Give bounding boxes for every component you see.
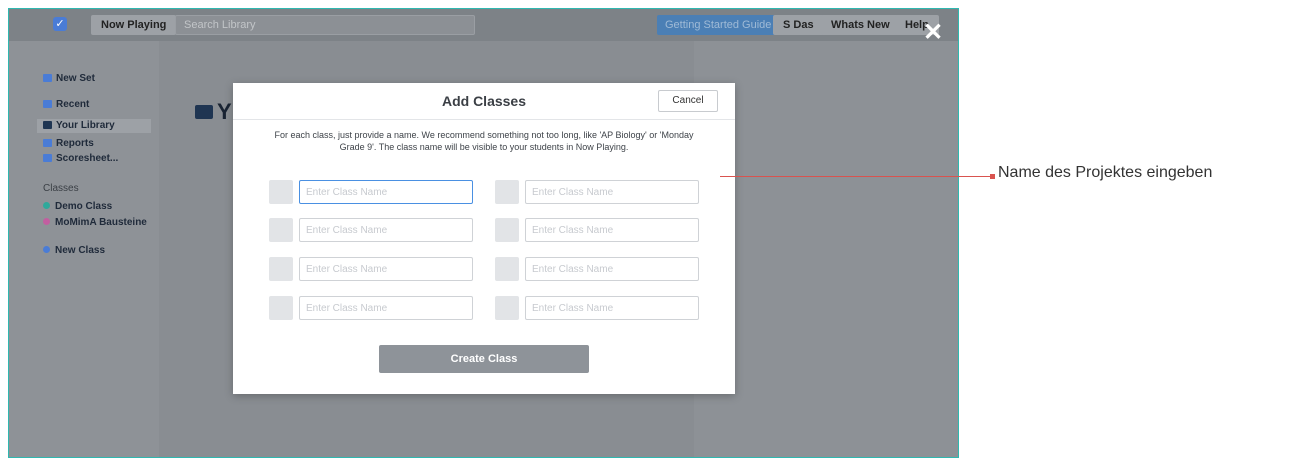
sidebar-item-class[interactable]: Demo Class: [43, 201, 112, 213]
annotation-label: Name des Projektes eingeben: [998, 164, 1213, 181]
class-name-input[interactable]: [525, 218, 699, 242]
folder-icon: [43, 121, 52, 129]
sidebar-item-label: Recent: [56, 99, 90, 110]
annotation-line: [720, 176, 992, 177]
sidebar-item-label: New Class: [55, 245, 106, 256]
class-name-input[interactable]: [525, 296, 699, 320]
class-color-picker[interactable]: [269, 296, 293, 320]
top-bar: ✓ Now Playing Search Library Getting Sta…: [9, 9, 958, 41]
class-color-picker[interactable]: [269, 180, 293, 204]
sidebar-item-label: New Set: [56, 73, 95, 84]
checkmark-icon[interactable]: ✓: [53, 17, 67, 31]
class-color-picker[interactable]: [495, 257, 519, 281]
class-name-input[interactable]: [299, 218, 473, 242]
getting-started-button[interactable]: Getting Started Guide: [657, 15, 780, 35]
grid-icon: [43, 154, 52, 162]
class-name-input[interactable]: [525, 257, 699, 281]
sidebar-item-new-class[interactable]: New Class: [43, 245, 105, 257]
sidebar-item-your-library[interactable]: Your Library: [43, 120, 115, 132]
add-icon: [43, 246, 50, 253]
annotation-marker: [990, 174, 995, 179]
class-color-icon: [43, 218, 50, 225]
add-classes-modal: Add Classes Cancel For each class, just …: [233, 83, 735, 394]
class-color-icon: [43, 202, 50, 209]
now-playing-button[interactable]: Now Playing: [91, 15, 177, 35]
class-color-picker[interactable]: [495, 180, 519, 204]
app-window: ✓ Now Playing Search Library Getting Sta…: [8, 8, 959, 458]
sidebar-item-class[interactable]: MoMimA Bausteine: [43, 217, 147, 229]
sidebar-item-label: Your Library: [56, 120, 115, 131]
class-name-input[interactable]: [299, 257, 473, 281]
sidebar: New Set Recent Your Library Reports Scor…: [9, 41, 159, 457]
class-name-input[interactable]: [299, 296, 473, 320]
class-name-input[interactable]: [299, 180, 473, 204]
classes-header: Classes: [43, 183, 79, 194]
modal-divider: [233, 119, 735, 120]
search-input[interactable]: Search Library: [175, 15, 475, 35]
sidebar-item-label: Scoresheet...: [56, 153, 119, 164]
user-menu-button[interactable]: S Das: [773, 15, 824, 35]
folder-icon: [195, 105, 213, 119]
edit-icon: [43, 74, 52, 82]
sidebar-item-scoresheet[interactable]: Scoresheet...: [43, 153, 118, 165]
sidebar-item-label: Reports: [56, 138, 94, 149]
class-color-picker[interactable]: [495, 218, 519, 242]
class-color-picker[interactable]: [269, 257, 293, 281]
sidebar-item-reports[interactable]: Reports: [43, 138, 94, 150]
sidebar-item-new-set[interactable]: New Set: [43, 73, 95, 85]
class-color-picker[interactable]: [269, 218, 293, 242]
sidebar-item-label: Demo Class: [55, 201, 113, 212]
page-title: Y: [217, 99, 232, 124]
modal-instructions: For each class, just provide a name. We …: [274, 130, 694, 152]
clock-icon: [43, 100, 52, 108]
class-name-input[interactable]: [525, 180, 699, 204]
sidebar-item-recent[interactable]: Recent: [43, 99, 89, 111]
create-class-button[interactable]: Create Class: [379, 345, 589, 373]
whats-new-button[interactable]: Whats New: [821, 15, 900, 35]
class-color-picker[interactable]: [495, 296, 519, 320]
sidebar-item-label: MoMimA Bausteine: [55, 217, 147, 228]
cancel-button[interactable]: Cancel: [658, 90, 718, 112]
reports-icon: [43, 139, 52, 147]
